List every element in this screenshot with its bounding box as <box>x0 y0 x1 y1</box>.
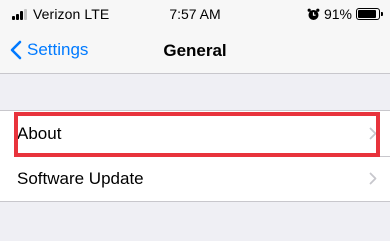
battery-fill <box>358 10 377 18</box>
navigation-bar: Settings General <box>0 30 390 74</box>
list-item-label: About <box>17 123 62 143</box>
alarm-icon <box>307 8 320 20</box>
list-item-about[interactable]: About <box>0 111 390 156</box>
battery-nub <box>381 12 383 16</box>
page-title: General <box>163 41 227 60</box>
chevron-right-icon <box>369 172 377 185</box>
battery-icon <box>356 8 383 20</box>
phone-screen: Verizon LTE 7:57 AM 91% Settings General <box>0 0 390 241</box>
list-item-software-update[interactable]: Software Update <box>0 156 390 201</box>
status-bar: Verizon LTE 7:57 AM 91% <box>0 0 390 30</box>
battery-percent: 91% <box>323 6 352 22</box>
settings-list: About Software Update <box>0 110 390 202</box>
chevron-right-icon <box>369 127 377 140</box>
status-right: 91% <box>307 6 383 22</box>
list-item-label: Software Update <box>17 168 144 188</box>
